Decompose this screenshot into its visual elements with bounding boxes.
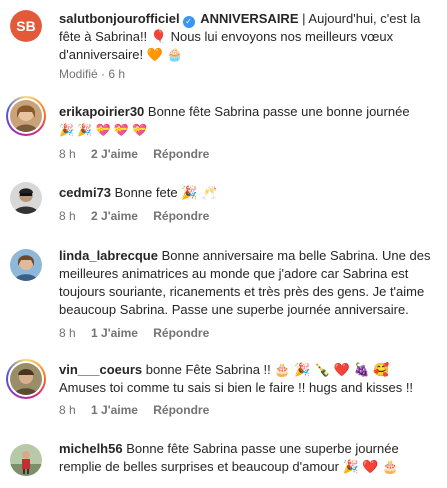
edited-label: Modifié · 6 h xyxy=(59,67,126,81)
user-photo-icon xyxy=(10,363,42,395)
comment-username[interactable]: cedmi73 xyxy=(59,185,111,200)
avatar[interactable]: SB xyxy=(10,10,42,42)
user-photo-icon xyxy=(10,444,42,476)
reply-button[interactable]: Répondre xyxy=(153,326,209,340)
reply-button[interactable]: Répondre xyxy=(153,403,209,417)
comment-emojis: 🎉 🎉 💝 💝 💝 xyxy=(59,123,148,137)
avatar[interactable] xyxy=(10,444,42,476)
comment-username[interactable]: michelh56 xyxy=(59,441,123,456)
comment-username[interactable]: erikapoirier30 xyxy=(59,104,144,119)
comment-likes[interactable]: 1 J'aime xyxy=(91,326,138,340)
sb-logo-icon: SB xyxy=(10,10,42,42)
avatar[interactable] xyxy=(10,249,42,281)
story-ring[interactable] xyxy=(6,96,46,136)
post-username[interactable]: salutbonjourofficiel xyxy=(59,11,180,26)
user-photo-icon xyxy=(10,249,42,281)
comment-likes[interactable]: 2 J'aime xyxy=(91,209,138,223)
verified-badge-icon: ✓ xyxy=(182,16,195,28)
comment-time: 8 h xyxy=(59,209,76,223)
avatar[interactable] xyxy=(10,182,42,214)
story-ring[interactable] xyxy=(6,359,46,399)
comment-likes[interactable]: 1 J'aime xyxy=(91,403,138,417)
comment-time: 8 h xyxy=(59,403,76,417)
comment-username[interactable]: vin___coeurs xyxy=(59,362,142,377)
comment-likes[interactable]: 2 J'aime xyxy=(91,147,138,161)
comment-time: 8 h xyxy=(59,326,76,340)
user-photo-icon xyxy=(10,100,42,132)
post-meta: Modifié · 6 h xyxy=(59,67,137,81)
comment-time: 8 h xyxy=(59,147,76,161)
user-photo-icon xyxy=(10,182,42,214)
reply-button[interactable]: Répondre xyxy=(153,209,209,223)
svg-text:SB: SB xyxy=(16,18,35,34)
avatar xyxy=(10,100,42,132)
reply-button[interactable]: Répondre xyxy=(153,147,209,161)
post-title: ANNIVERSAIRE xyxy=(200,11,299,26)
title-separator: | xyxy=(302,11,306,26)
comment-text: Bonne fete 🎉 🥂 xyxy=(114,185,218,200)
comment-text: Bonne fête Sabrina passe une bonne journ… xyxy=(147,104,410,119)
comment-username[interactable]: linda_labrecque xyxy=(59,248,158,263)
avatar xyxy=(10,363,42,395)
